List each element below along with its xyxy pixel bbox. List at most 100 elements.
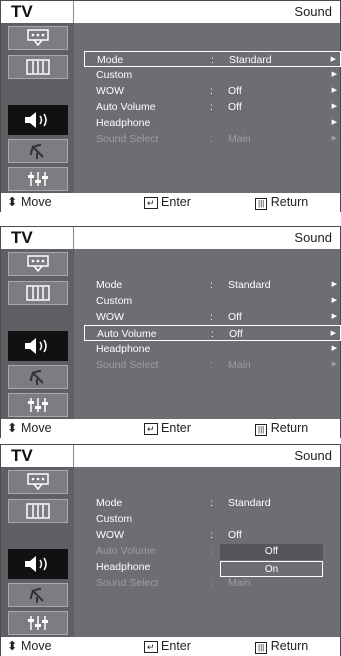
- picture-icon[interactable]: [8, 55, 68, 79]
- setup-icon[interactable]: [8, 393, 68, 417]
- row-value: Main: [228, 359, 251, 371]
- row-label: Mode: [96, 279, 123, 291]
- popup-option-on[interactable]: On: [220, 561, 323, 577]
- setup-icon[interactable]: [8, 611, 68, 635]
- sound-icon[interactable]: [8, 331, 68, 361]
- menu-row-wow[interactable]: WOW: Off ▶: [84, 309, 341, 325]
- osd-header: TV Sound: [1, 227, 340, 249]
- input-icon[interactable]: [8, 470, 68, 494]
- row-label: Sound Select: [96, 577, 159, 589]
- row-value: Standard: [228, 279, 271, 291]
- chevron-right-icon: ▶: [330, 56, 336, 63]
- input-icon[interactable]: [8, 26, 68, 50]
- popup-option-off[interactable]: Off: [220, 544, 323, 560]
- menu-row-custom[interactable]: Custom: [84, 511, 341, 527]
- menu-row-wow[interactable]: WOW: Off: [84, 527, 341, 543]
- input-icon[interactable]: [8, 252, 68, 276]
- enter-hint: ↵ Enter: [144, 193, 191, 212]
- channel-icon[interactable]: [8, 139, 68, 163]
- return-hint: ||| Return: [255, 419, 308, 438]
- auto-volume-popup: Off On: [220, 543, 323, 577]
- chevron-right-icon: ▶: [331, 361, 337, 368]
- enter-icon: ↵: [144, 423, 158, 435]
- return-icon: |||: [255, 424, 268, 436]
- osd-screen: TV Sound Mode: Standard ▶ Custom ▶ WOW: Off ▶ Au…: [0, 226, 341, 438]
- move-hint: ⬍ Move: [7, 419, 52, 438]
- up-down-icon: ⬍: [7, 195, 18, 209]
- menu-row-custom[interactable]: Custom ▶: [84, 293, 341, 309]
- menu-row-wow[interactable]: WOW: Off ▶: [84, 83, 341, 99]
- row-value: Standard: [228, 497, 271, 509]
- menu-row-mode[interactable]: Mode: Standard: [84, 495, 341, 511]
- row-colon: :: [211, 328, 214, 340]
- row-label: Mode: [96, 497, 123, 509]
- picture-icon[interactable]: [8, 281, 68, 305]
- move-label: Move: [20, 639, 52, 653]
- row-label: Headphone: [96, 117, 151, 129]
- channel-icon[interactable]: [8, 583, 68, 607]
- chevron-right-icon: ▶: [331, 71, 337, 78]
- osd-screen: TV Sound Mode: Standard ▶ Custom ▶ WOW: Off ▶ Au…: [0, 0, 341, 212]
- menu-row-auto-volume[interactable]: Auto Volume: Off ▶: [84, 325, 341, 341]
- menu-row-mode[interactable]: Mode: Standard ▶: [84, 277, 341, 293]
- row-label: Sound Select: [96, 133, 159, 145]
- menu-row-sound-select[interactable]: Sound Select: Main ▶: [84, 357, 341, 373]
- row-colon: :: [210, 133, 213, 145]
- menu-icon-column: [1, 23, 74, 193]
- row-label: Custom: [96, 513, 133, 525]
- chevron-right-icon: ▶: [331, 313, 337, 320]
- enter-label: Enter: [161, 195, 191, 209]
- chevron-right-icon: ▶: [331, 345, 337, 352]
- chevron-right-icon: ▶: [331, 297, 337, 304]
- menu-row-auto-volume[interactable]: Auto Volume: Off ▶: [84, 99, 341, 115]
- row-value: Off: [228, 529, 242, 541]
- tv-title: TV: [1, 1, 74, 23]
- channel-icon[interactable]: [8, 365, 68, 389]
- row-label: Custom: [96, 69, 133, 81]
- return-label: Return: [270, 639, 309, 653]
- menu-row-sound-select[interactable]: Sound Select: Main: [84, 575, 341, 591]
- row-label: Auto Volume: [96, 545, 156, 557]
- picture-icon[interactable]: [8, 499, 68, 523]
- chevron-right-icon: ▶: [331, 281, 337, 288]
- menu-row-headphone[interactable]: Headphone ▶: [84, 115, 341, 131]
- enter-label: Enter: [161, 421, 191, 435]
- row-colon: :: [210, 577, 213, 589]
- setup-icon[interactable]: [8, 167, 68, 191]
- sound-icon[interactable]: [8, 105, 68, 135]
- menu-row-custom[interactable]: Custom ▶: [84, 67, 341, 83]
- move-label: Move: [20, 195, 52, 209]
- osd-header: TV Sound: [1, 1, 340, 23]
- return-hint: ||| Return: [255, 193, 308, 212]
- return-icon: |||: [255, 198, 268, 210]
- menu-row-sound-select[interactable]: Sound Select: Main ▶: [84, 131, 341, 147]
- chevron-right-icon: ▶: [331, 119, 337, 126]
- enter-hint: ↵ Enter: [144, 637, 191, 656]
- row-label: Auto Volume: [97, 328, 157, 340]
- tv-title: TV: [1, 227, 74, 249]
- menu-row-mode[interactable]: Mode: Standard ▶: [84, 51, 341, 67]
- enter-icon: ↵: [144, 641, 158, 653]
- enter-icon: ↵: [144, 197, 158, 209]
- row-colon: :: [210, 311, 213, 323]
- row-label: Headphone: [96, 561, 151, 573]
- enter-label: Enter: [161, 639, 191, 653]
- tv-title: TV: [1, 445, 74, 467]
- enter-hint: ↵ Enter: [144, 419, 191, 438]
- section-title: Sound: [74, 227, 340, 249]
- row-colon: :: [210, 85, 213, 97]
- move-label: Move: [20, 421, 52, 435]
- sound-icon[interactable]: [8, 549, 68, 579]
- row-label: WOW: [96, 85, 124, 97]
- menu-row-headphone[interactable]: Headphone ▶: [84, 341, 341, 357]
- row-value: Off: [229, 328, 243, 340]
- chevron-right-icon: ▶: [331, 87, 337, 94]
- osd-footer: ⬍ Move ↵ Enter ||| Return: [1, 419, 340, 438]
- section-title: Sound: [74, 1, 340, 23]
- up-down-icon: ⬍: [7, 421, 18, 435]
- row-label: Headphone: [96, 343, 151, 355]
- row-colon: :: [210, 279, 213, 291]
- sound-menu: Mode: Standard ▶ Custom ▶ WOW: Off ▶ Auto Volume…: [74, 23, 341, 193]
- row-value: Standard: [229, 54, 272, 66]
- return-hint: ||| Return: [255, 637, 308, 656]
